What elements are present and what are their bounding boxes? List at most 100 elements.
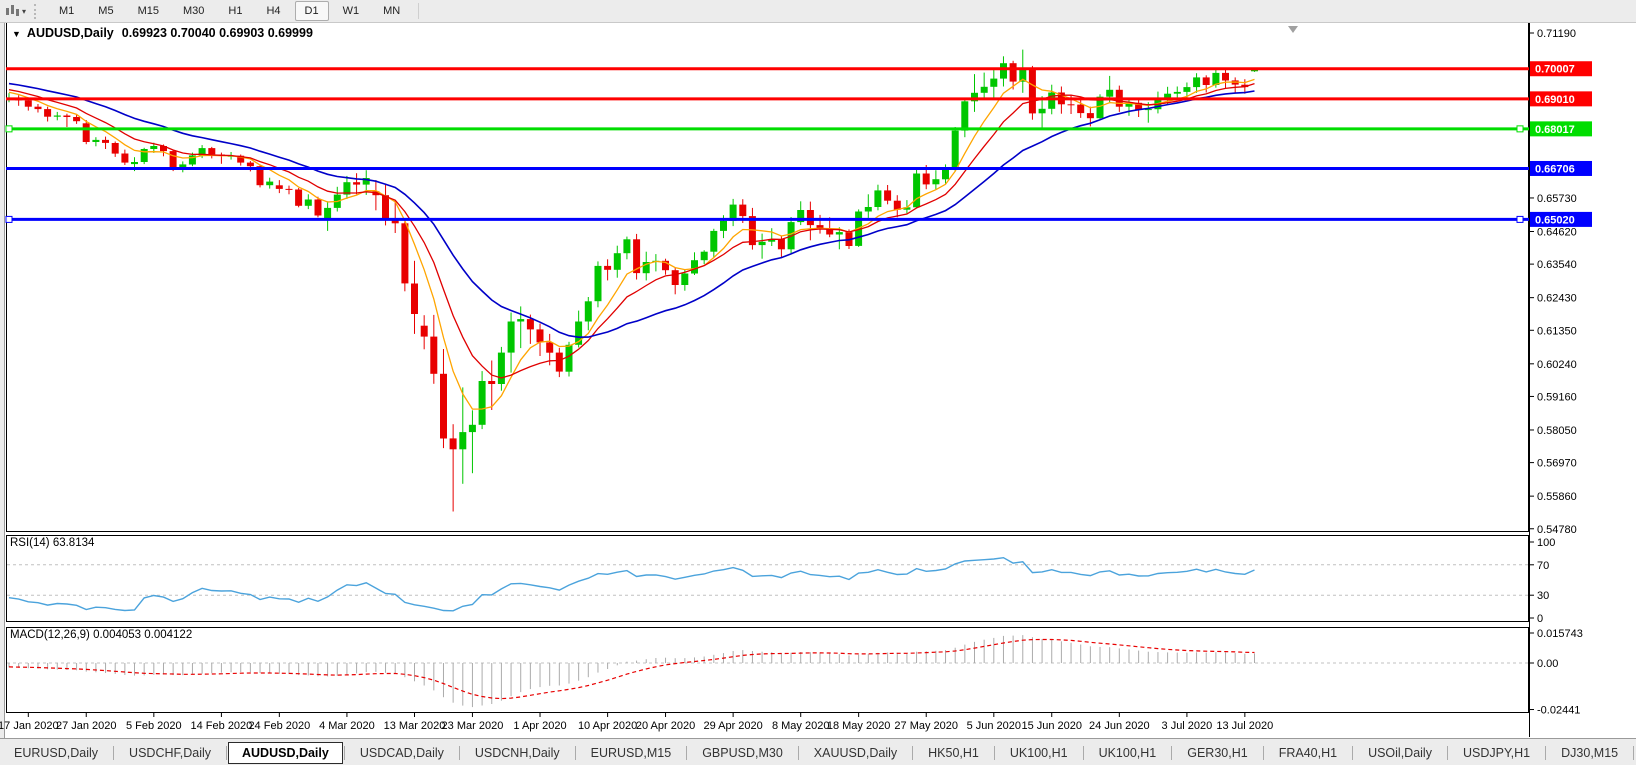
tab-separator xyxy=(1083,746,1084,760)
chart-tab-fra40-h1[interactable]: FRA40,H1 xyxy=(1265,742,1351,764)
candle xyxy=(440,374,447,439)
date-tick-label: 27 May 2020 xyxy=(894,720,958,732)
chart-tab-ger30-h1[interactable]: GER30,H1 xyxy=(1173,742,1261,764)
mt4-window: ▾ M1M5M15M30H1H4D1W1MN 0.711900.701100.6… xyxy=(0,0,1636,765)
tab-separator xyxy=(459,746,460,760)
candle xyxy=(932,179,939,184)
chart-dropdown-icon[interactable]: ▼ xyxy=(12,29,21,39)
candle xyxy=(353,182,360,184)
candle xyxy=(121,154,128,163)
candle xyxy=(44,109,51,117)
toolbar-grip-handle[interactable] xyxy=(34,4,40,19)
timeframe-button-w1[interactable]: W1 xyxy=(333,1,370,21)
chart-tab-uk100-h1[interactable]: UK100,H1 xyxy=(1085,742,1171,764)
candle xyxy=(720,221,727,231)
tab-separator xyxy=(994,746,995,760)
chart-tab-usdjpy-h1[interactable]: USDJPY,H1 xyxy=(1449,742,1544,764)
chart-tab-usdcnh-daily[interactable]: USDCNH,Daily xyxy=(461,742,574,764)
candle xyxy=(681,274,688,286)
candle xyxy=(1077,105,1084,114)
candle xyxy=(469,425,476,432)
price-tick-label: 0.62430 xyxy=(1537,293,1577,305)
price-line-tag-label: 0.66706 xyxy=(1535,163,1575,175)
candle xyxy=(923,174,930,185)
chart-type-icon[interactable]: ▾ xyxy=(4,4,26,18)
line-handle-left[interactable] xyxy=(6,216,12,222)
date-tick-label: 1 Apr 2020 xyxy=(513,720,566,732)
candle xyxy=(1106,90,1113,97)
candle xyxy=(604,266,611,270)
candle xyxy=(556,353,563,372)
candlestick-chart-icon xyxy=(4,4,20,18)
chart-tab-usoil-daily[interactable]: USOil,Daily xyxy=(1354,742,1446,764)
candle xyxy=(276,185,283,189)
candle xyxy=(585,301,592,321)
tab-separator xyxy=(344,746,345,760)
chart-tab-uk100-h1[interactable]: UK100,H1 xyxy=(996,742,1082,764)
candle xyxy=(25,100,32,106)
date-tick-label: 18 May 2020 xyxy=(827,720,891,732)
candle xyxy=(421,326,428,337)
candle xyxy=(73,117,80,121)
tab-separator xyxy=(113,746,114,760)
tab-separator xyxy=(1171,746,1172,760)
price-tick-label: 0.56970 xyxy=(1537,458,1577,470)
candle xyxy=(1068,104,1075,105)
candle xyxy=(595,266,602,301)
chart-tab-usdchf-daily[interactable]: USDCHF,Daily xyxy=(115,742,225,764)
candle xyxy=(1174,92,1181,94)
date-tick-label: 3 Jul 2020 xyxy=(1162,720,1213,732)
candle xyxy=(112,143,119,154)
candle xyxy=(266,182,273,186)
candle xyxy=(131,162,138,164)
date-tick-label: 23 Mar 2020 xyxy=(442,720,504,732)
rsi-panel-plot[interactable] xyxy=(7,536,1529,622)
line-handle-right[interactable] xyxy=(1517,216,1523,222)
candle xyxy=(546,342,553,352)
tab-separator xyxy=(1447,746,1448,760)
timeframe-button-m5[interactable]: M5 xyxy=(88,1,123,21)
price-tick-label: 0.63540 xyxy=(1537,259,1577,271)
date-tick-label: 24 Feb 2020 xyxy=(248,720,310,732)
chart-tab-hk50-h1[interactable]: HK50,H1 xyxy=(914,742,993,764)
timeframe-button-mn[interactable]: MN xyxy=(373,1,410,21)
candle xyxy=(315,200,322,216)
candle xyxy=(1087,113,1094,118)
candle xyxy=(286,189,293,190)
line-handle-left[interactable] xyxy=(6,126,12,132)
timeframe-button-m1[interactable]: M1 xyxy=(49,1,84,21)
toolbar-separator xyxy=(418,3,419,19)
candle xyxy=(990,79,997,87)
chart-tab-xauusd-daily[interactable]: XAUUSD,Daily xyxy=(800,742,911,764)
timeframe-button-h4[interactable]: H4 xyxy=(256,1,290,21)
chart-tab-audusd-daily[interactable]: AUDUSD,Daily xyxy=(228,742,343,764)
price-tick-label: 0.58050 xyxy=(1537,425,1577,437)
candle xyxy=(623,239,630,253)
timeframe-button-d1[interactable]: D1 xyxy=(295,1,329,21)
candle xyxy=(1039,109,1046,114)
timeframe-buttons: M1M5M15M30H1H4D1W1MN xyxy=(47,1,412,21)
chart-tab-dj30-m15[interactable]: DJ30,M15 xyxy=(1547,742,1632,764)
chart-canvas: 0.711900.701100.690000.679200.668100.657… xyxy=(0,0,1636,738)
chart-tab-usdcad-daily[interactable]: USDCAD,Daily xyxy=(346,742,458,764)
line-handle-right[interactable] xyxy=(1517,126,1523,132)
timeframe-button-m30[interactable]: M30 xyxy=(173,1,214,21)
candle xyxy=(411,284,418,315)
tab-separator xyxy=(1352,746,1353,760)
macd-panel-plot[interactable] xyxy=(7,628,1529,713)
timeframe-button-m15[interactable]: M15 xyxy=(128,1,169,21)
candle xyxy=(498,353,505,384)
candle xyxy=(382,195,389,219)
date-tick-label: 17 Jan 2020 xyxy=(0,720,59,732)
timeframe-button-h1[interactable]: H1 xyxy=(218,1,252,21)
candle xyxy=(170,151,177,168)
price-tick-label: 0.54780 xyxy=(1537,524,1577,536)
rsi-tick-label: 0 xyxy=(1537,613,1543,625)
rsi-tick-label: 30 xyxy=(1537,590,1549,602)
candle xyxy=(865,207,872,212)
chart-tab-eurusd-daily[interactable]: EURUSD,Daily xyxy=(0,742,112,764)
candle xyxy=(150,146,157,149)
chart-tab-gbpusd-m30[interactable]: GBPUSD,M30 xyxy=(688,742,797,764)
chart-tab-eurusd-m15[interactable]: EURUSD,M15 xyxy=(577,742,686,764)
candle xyxy=(778,239,785,249)
